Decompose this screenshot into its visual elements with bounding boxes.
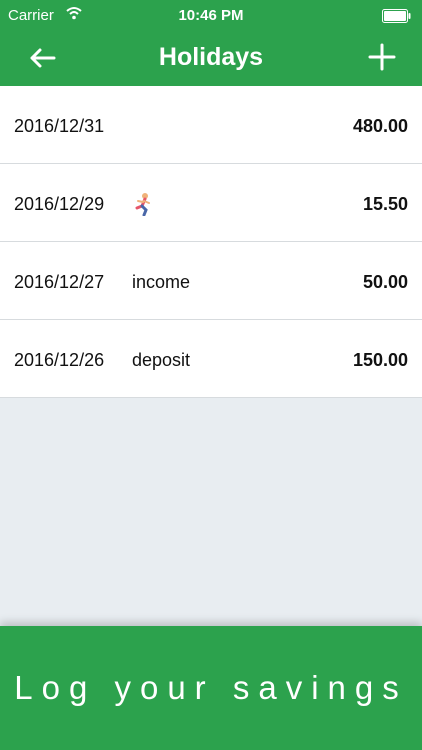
entry-date: 2016/12/27 bbox=[14, 272, 105, 292]
list-item[interactable]: 2016/12/26 deposit 150.00 bbox=[0, 320, 422, 398]
page-title: Holidays bbox=[158, 43, 264, 71]
entry-date: 2016/12/29 bbox=[14, 194, 105, 214]
entry-amount: 480.00 bbox=[352, 116, 408, 136]
list-item[interactable]: 2016/12/29 15.50 bbox=[0, 164, 422, 242]
battery-icon bbox=[382, 9, 411, 23]
entry-date: 2016/12/31 bbox=[14, 116, 105, 136]
entry-note: income bbox=[132, 272, 191, 292]
entry-amount: 50.00 bbox=[362, 272, 408, 292]
clock: 10:46 PM bbox=[178, 7, 244, 24]
log-savings-banner[interactable]: Log your savings bbox=[0, 626, 422, 750]
entry-amount: 150.00 bbox=[352, 350, 408, 370]
list-item[interactable]: 2016/12/31 480.00 bbox=[0, 86, 422, 164]
entry-note: deposit bbox=[132, 350, 191, 370]
status-bar: Carrier 10:46 PM bbox=[0, 0, 422, 30]
savings-list: 2016/12/31 480.00 2016/12/29 15.50 2016/… bbox=[0, 86, 422, 398]
entry-amount: 15.50 bbox=[362, 194, 408, 214]
list-item[interactable]: 2016/12/27 income 50.00 bbox=[0, 242, 422, 320]
runner-icon bbox=[135, 193, 150, 216]
add-icon[interactable] bbox=[366, 40, 398, 74]
entry-date: 2016/12/26 bbox=[14, 350, 105, 370]
nav-bar: Holidays bbox=[0, 30, 422, 86]
